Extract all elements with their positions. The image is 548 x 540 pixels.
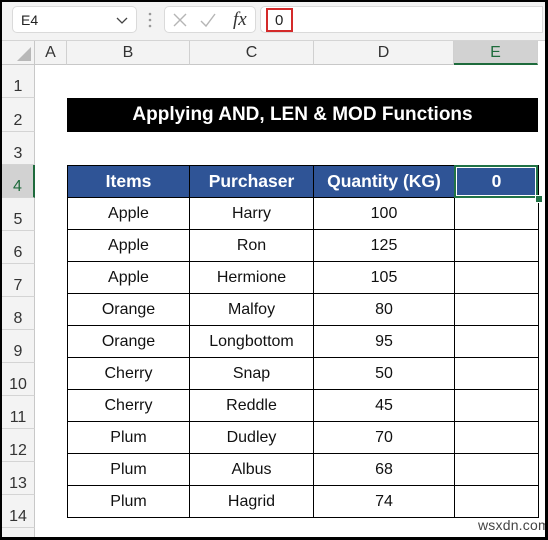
cell-quantity[interactable]: 74 [313, 485, 455, 518]
insert-function-icon[interactable]: fx [233, 9, 247, 31]
select-all-button[interactable] [2, 41, 35, 65]
cell-quantity[interactable]: 100 [313, 197, 455, 230]
drag-handle-icon[interactable] [148, 12, 152, 28]
cell-result[interactable] [454, 325, 539, 358]
select-all-triangle-icon [17, 47, 31, 61]
column-header-c[interactable]: C [190, 41, 314, 65]
cell-result[interactable] [454, 197, 539, 230]
cell-result[interactable] [454, 485, 539, 518]
cell-purchaser[interactable]: Harry [189, 197, 314, 230]
cell-purchaser[interactable]: Reddle [189, 389, 314, 422]
cell-quantity[interactable]: 45 [313, 389, 455, 422]
cell-item[interactable]: Orange [67, 293, 190, 326]
fill-handle[interactable] [535, 195, 543, 203]
row-header-2[interactable]: 2 [2, 98, 35, 132]
formula-value-highlight: 0 [266, 8, 293, 32]
table-row: Plum Albus 68 [67, 453, 539, 486]
cell-purchaser[interactable]: Longbottom [189, 325, 314, 358]
row-header-1[interactable]: 1 [2, 65, 35, 98]
formula-value: 0 [275, 12, 284, 29]
cell-result[interactable] [454, 293, 539, 326]
sheet-title[interactable]: Applying AND, LEN & MOD Functions [67, 98, 538, 132]
table-row: Cherry Snap 50 [67, 357, 539, 390]
row-header-11[interactable]: 11 [2, 396, 35, 429]
table-row: Orange Malfoy 80 [67, 293, 539, 326]
header-items[interactable]: Items [67, 165, 190, 198]
active-cell-selection [454, 165, 538, 198]
chevron-down-icon[interactable] [116, 14, 128, 26]
cell-quantity[interactable]: 70 [313, 421, 455, 454]
row-header-14[interactable]: 14 [2, 495, 35, 528]
cell-quantity[interactable]: 105 [313, 261, 455, 294]
row-header-4[interactable]: 4 [2, 165, 35, 198]
watermark: wsxdn.com [478, 517, 545, 533]
cell-result[interactable] [454, 357, 539, 390]
cell-result[interactable] [454, 229, 539, 262]
formula-input[interactable] [260, 6, 543, 33]
cell-item[interactable]: Plum [67, 421, 190, 454]
column-header-b[interactable]: B [67, 41, 190, 65]
cell-quantity[interactable]: 68 [313, 453, 455, 486]
cell-item[interactable]: Orange [67, 325, 190, 358]
table-row: Orange Longbottom 95 [67, 325, 539, 358]
cell-quantity[interactable]: 50 [313, 357, 455, 390]
cell-purchaser[interactable]: Hagrid [189, 485, 314, 518]
table-row: Plum Hagrid 74 [67, 485, 539, 518]
row-header-10[interactable]: 10 [2, 363, 35, 396]
row-header-13[interactable]: 13 [2, 462, 35, 495]
cell-result[interactable] [454, 421, 539, 454]
cell-item[interactable]: Apple [67, 229, 190, 262]
cell-quantity[interactable]: 80 [313, 293, 455, 326]
cell-item[interactable]: Plum [67, 485, 190, 518]
row-header-3[interactable]: 3 [2, 132, 35, 165]
cell-purchaser[interactable]: Albus [189, 453, 314, 486]
cell-item[interactable]: Cherry [67, 357, 190, 390]
table-row: Apple Ron 125 [67, 229, 539, 262]
column-header-e[interactable]: E [454, 41, 538, 65]
cell-quantity[interactable]: 125 [313, 229, 455, 262]
formula-bar: E4 fx 0 [2, 2, 545, 41]
column-header-a[interactable]: A [35, 41, 67, 65]
cell-item[interactable]: Apple [67, 197, 190, 230]
name-box[interactable]: E4 [12, 6, 137, 33]
table-row: Apple Harry 100 [67, 197, 539, 230]
excel-window: E4 fx 0 A B C D E 1 2 3 4 5 6 7 8 9 10 1… [2, 2, 545, 537]
table-row: Apple Hermione 105 [67, 261, 539, 294]
table-row: Cherry Reddle 45 [67, 389, 539, 422]
row-header-12[interactable]: 12 [2, 429, 35, 462]
cell-purchaser[interactable]: Dudley [189, 421, 314, 454]
name-box-value: E4 [21, 12, 39, 28]
row-header-9[interactable]: 9 [2, 330, 35, 363]
row-header-8[interactable]: 8 [2, 297, 35, 330]
row-header-5[interactable]: 5 [2, 198, 35, 231]
row-header-7[interactable]: 7 [2, 264, 35, 297]
cell-item[interactable]: Plum [67, 453, 190, 486]
formula-controls: fx [164, 6, 256, 33]
cell-item[interactable]: Cherry [67, 389, 190, 422]
row-header-15[interactable] [2, 528, 35, 537]
data-table: Items Purchaser Quantity (KG) 0 Apple Ha… [67, 165, 539, 518]
row-header-6[interactable]: 6 [2, 231, 35, 264]
cell-result[interactable] [454, 261, 539, 294]
cell-purchaser[interactable]: Snap [189, 357, 314, 390]
cell-quantity[interactable]: 95 [313, 325, 455, 358]
cell-purchaser[interactable]: Ron [189, 229, 314, 262]
cell-result[interactable] [454, 389, 539, 422]
cell-result[interactable] [454, 453, 539, 486]
header-quantity[interactable]: Quantity (KG) [313, 165, 455, 198]
cell-purchaser[interactable]: Hermione [189, 261, 314, 294]
cancel-icon[interactable] [172, 12, 188, 28]
cell-purchaser[interactable]: Malfoy [189, 293, 314, 326]
cell-item[interactable]: Apple [67, 261, 190, 294]
table-row: Plum Dudley 70 [67, 421, 539, 454]
confirm-check-icon[interactable] [200, 12, 216, 28]
column-header-d[interactable]: D [314, 41, 454, 65]
header-purchaser[interactable]: Purchaser [189, 165, 314, 198]
